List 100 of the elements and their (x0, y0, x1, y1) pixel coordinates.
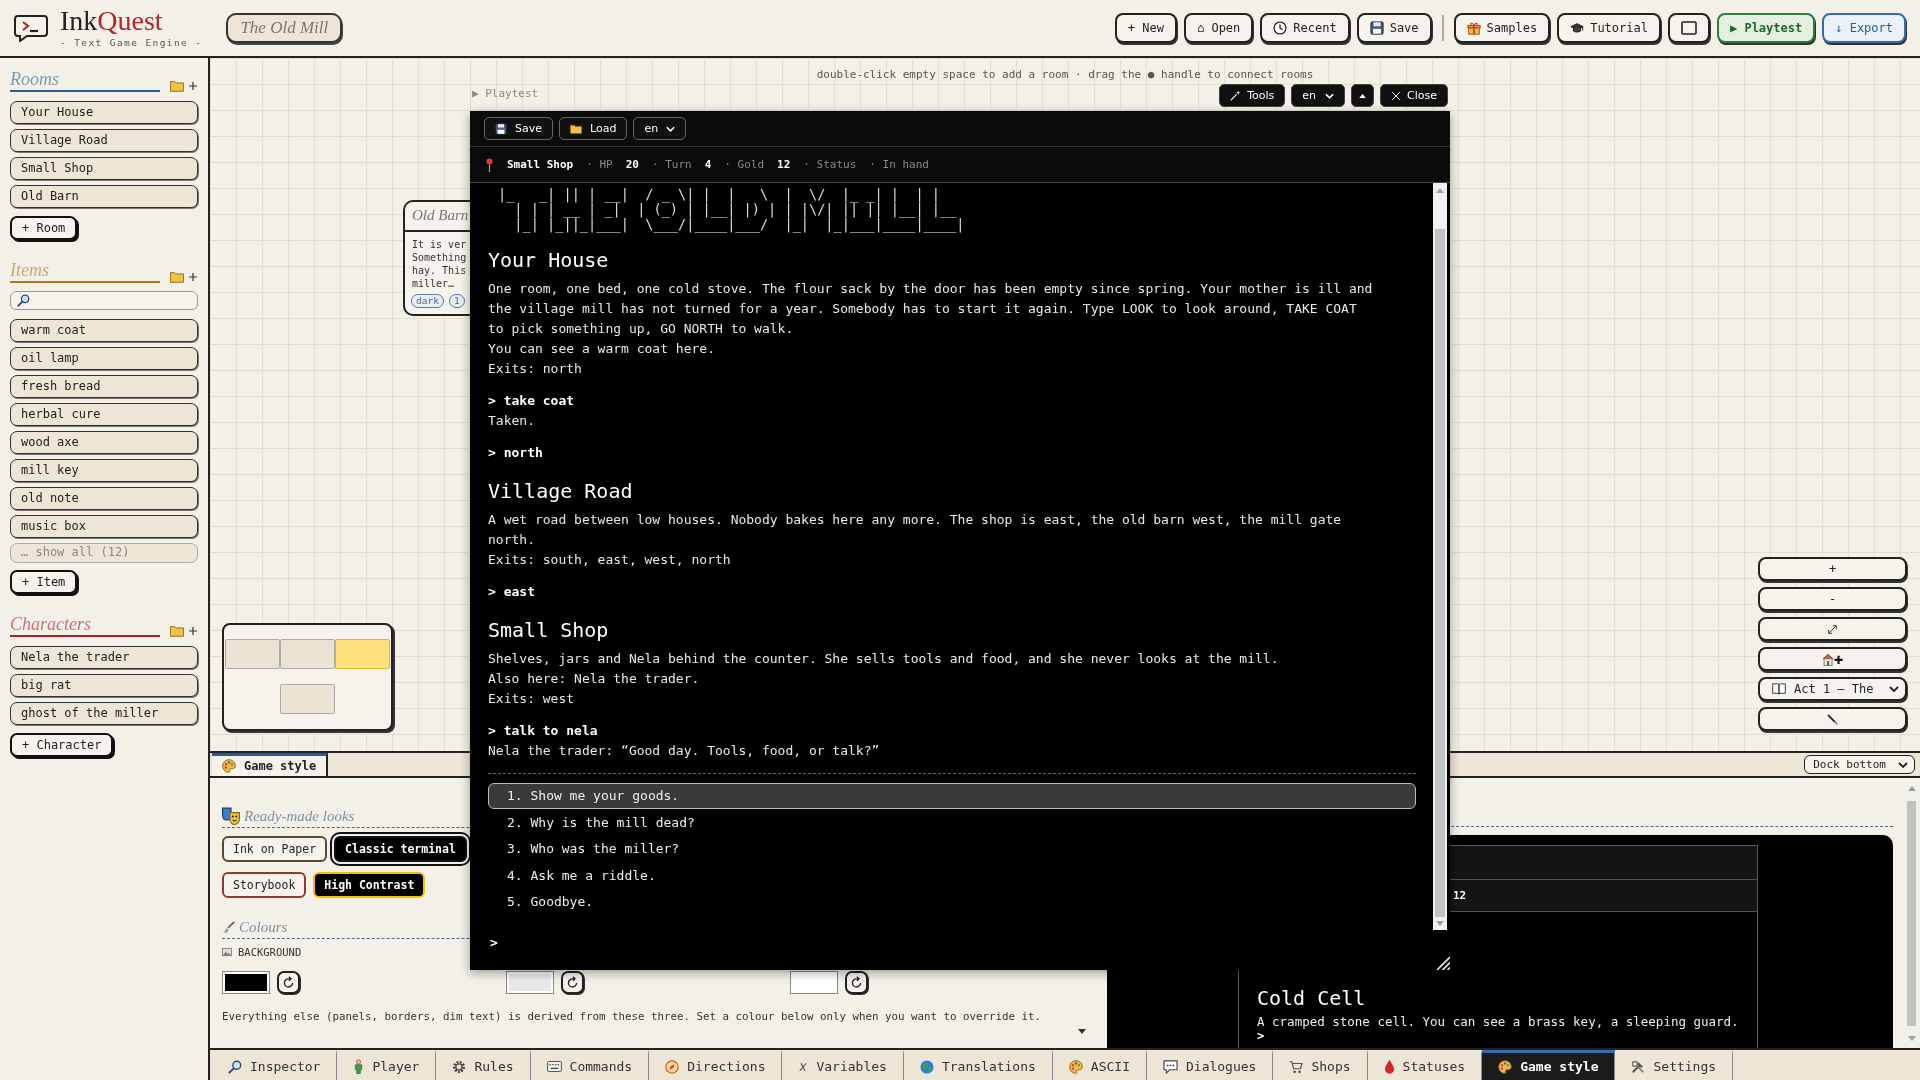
bottom-tab[interactable]: Shops (1273, 1050, 1368, 1080)
scrollbar-thumb[interactable] (1435, 229, 1445, 917)
sidebar-item[interactable]: Small Shop (10, 157, 198, 180)
plus-icon[interactable] (189, 627, 197, 635)
plus-icon[interactable] (189, 273, 197, 281)
save-button[interactable]: Save (484, 117, 553, 140)
minimap[interactable] (222, 623, 393, 731)
story-text: Exits: north (488, 360, 582, 378)
samples-button[interactable]: Samples (1453, 13, 1551, 43)
sidebar-item[interactable]: mill key (10, 459, 198, 482)
look-preset-button[interactable]: Ink on Paper (222, 836, 328, 862)
command-input[interactable]: > (470, 930, 1450, 970)
player-command: > east (488, 583, 535, 601)
dialogue-choice[interactable]: 3. Who was the miller? (488, 836, 1416, 862)
save-button[interactable]: Save (1356, 13, 1432, 43)
folder-icon[interactable] (170, 625, 184, 637)
scrollbar[interactable] (1433, 183, 1447, 930)
sidebar-item[interactable]: warm coat (10, 319, 198, 342)
bottom-tab[interactable]: Translations (903, 1050, 1053, 1080)
sidebar-item[interactable]: Nela the trader (10, 646, 198, 669)
draw-button[interactable] (1758, 707, 1907, 731)
bottom-tab[interactable]: Directions (649, 1050, 783, 1080)
reset-button[interactable] (561, 971, 584, 994)
add-room-button[interactable] (1758, 647, 1907, 671)
reset-button[interactable] (277, 971, 300, 994)
sidebar-item[interactable]: wood axe (10, 431, 198, 454)
hammer-wrench-icon (1631, 1059, 1646, 1074)
bottom-tab[interactable]: ASCII (1052, 1050, 1147, 1080)
new-button[interactable]: + New (1114, 13, 1177, 43)
colour-swatch[interactable] (506, 971, 554, 994)
room-node[interactable]: Old Barn It is ver Something hay. This miller… dark 1 (403, 200, 470, 316)
sidebar-item[interactable]: oil lamp (10, 347, 198, 370)
colour-swatch[interactable] (222, 971, 270, 994)
scrollbar[interactable] (1905, 782, 1918, 1045)
sidebar-item[interactable]: music box (10, 515, 198, 538)
add-button[interactable]: + Character (10, 733, 114, 757)
bottom-tab[interactable]: Commands (530, 1050, 650, 1080)
palette-icon (222, 759, 236, 773)
location-name: Small Shop (507, 158, 574, 171)
bottom-tab[interactable]: Dialogues (1147, 1050, 1274, 1080)
bottom-tab[interactable]: Game style (1482, 1050, 1616, 1080)
variable-x-icon (798, 1061, 809, 1072)
collapse-button[interactable] (1351, 84, 1375, 107)
bottom-tab[interactable]: Player (337, 1050, 437, 1080)
close-button[interactable]: Close (1380, 84, 1448, 107)
resize-grip-icon[interactable] (1434, 954, 1450, 970)
dialogue-choice[interactable]: 2. Why is the mill dead? (488, 809, 1416, 836)
section-heading: Ready-made looks (244, 807, 355, 825)
folder-icon[interactable] (170, 80, 184, 92)
language-select[interactable]: en (1291, 84, 1346, 107)
sidebar-item[interactable]: Village Road (10, 129, 198, 152)
node-text: It is ver Something hay. This miller… (411, 238, 468, 290)
plus-icon[interactable] (189, 82, 197, 90)
dialogue-choice[interactable]: 1. Show me your goods. (488, 783, 1416, 809)
scroll-down-icon[interactable] (1078, 1029, 1086, 1034)
layout-button[interactable] (1667, 13, 1710, 43)
load-button[interactable]: Load (559, 117, 628, 140)
look-preset-button[interactable]: Storybook (222, 872, 307, 898)
dock-position-select[interactable]: Dock bottom (1804, 755, 1915, 774)
add-button[interactable]: + Room (10, 216, 78, 240)
colour-swatch[interactable] (790, 971, 838, 994)
chapter-select[interactable]: Act 1 – The (1758, 677, 1907, 701)
fit-view-button[interactable] (1758, 617, 1907, 641)
sidebar-item[interactable]: old note (10, 487, 198, 510)
house-plus-icon (1822, 652, 1843, 666)
sidebar-item[interactable]: big rat (10, 674, 198, 697)
bottom-tab[interactable]: Rules (436, 1050, 531, 1080)
zoom-out-button[interactable]: - (1758, 587, 1907, 611)
look-preset-button[interactable]: High Contrast (313, 872, 426, 898)
dialogue-choice[interactable]: 5. Goodbye. (488, 889, 1416, 915)
folder-icon[interactable] (170, 271, 184, 283)
scrollbar-thumb[interactable] (1907, 801, 1916, 1026)
sidebar-item[interactable]: fresh bread (10, 375, 198, 398)
panel-tab[interactable]: Game style (212, 753, 329, 776)
reset-button[interactable] (845, 971, 868, 994)
tutorial-button[interactable]: Tutorial (1557, 13, 1661, 43)
sidebar-item[interactable]: Your House (10, 101, 198, 124)
tools-button[interactable]: Tools (1219, 84, 1286, 107)
search-field[interactable] (10, 291, 198, 310)
sidebar-item[interactable]: Old Barn (10, 185, 198, 208)
add-button[interactable]: + Item (10, 570, 78, 594)
node-tag: 1 (448, 294, 465, 308)
sidebar-item[interactable]: ghost of the miller (10, 702, 198, 725)
bottom-tab[interactable]: Inspector (212, 1050, 338, 1080)
bottom-tab[interactable]: Settings (1615, 1050, 1734, 1080)
zoom-in-button[interactable]: + (1758, 557, 1907, 581)
playtest-button[interactable]: ▶ Playtest (1716, 13, 1816, 43)
player-command: > take coat (488, 392, 575, 410)
bottom-tab[interactable]: Variables (782, 1050, 904, 1080)
person-icon (353, 1059, 365, 1074)
project-name-button[interactable]: The Old Mill (226, 13, 343, 43)
app-tagline: - Text Game Engine - (60, 37, 203, 49)
dialogue-choice[interactable]: 4. Ask me a riddle. (488, 862, 1416, 889)
recent-button[interactable]: Recent (1260, 13, 1350, 43)
panel-title: ▶ Playtest (472, 87, 539, 101)
preview-room-heading: Cold Cell (1257, 986, 1366, 1010)
export-button[interactable]: ↓ Export (1822, 13, 1906, 43)
language-select[interactable]: en (633, 117, 687, 140)
sidebar-item[interactable]: herbal cure (10, 403, 198, 426)
open-button[interactable]: ⌂ Open (1183, 13, 1254, 43)
